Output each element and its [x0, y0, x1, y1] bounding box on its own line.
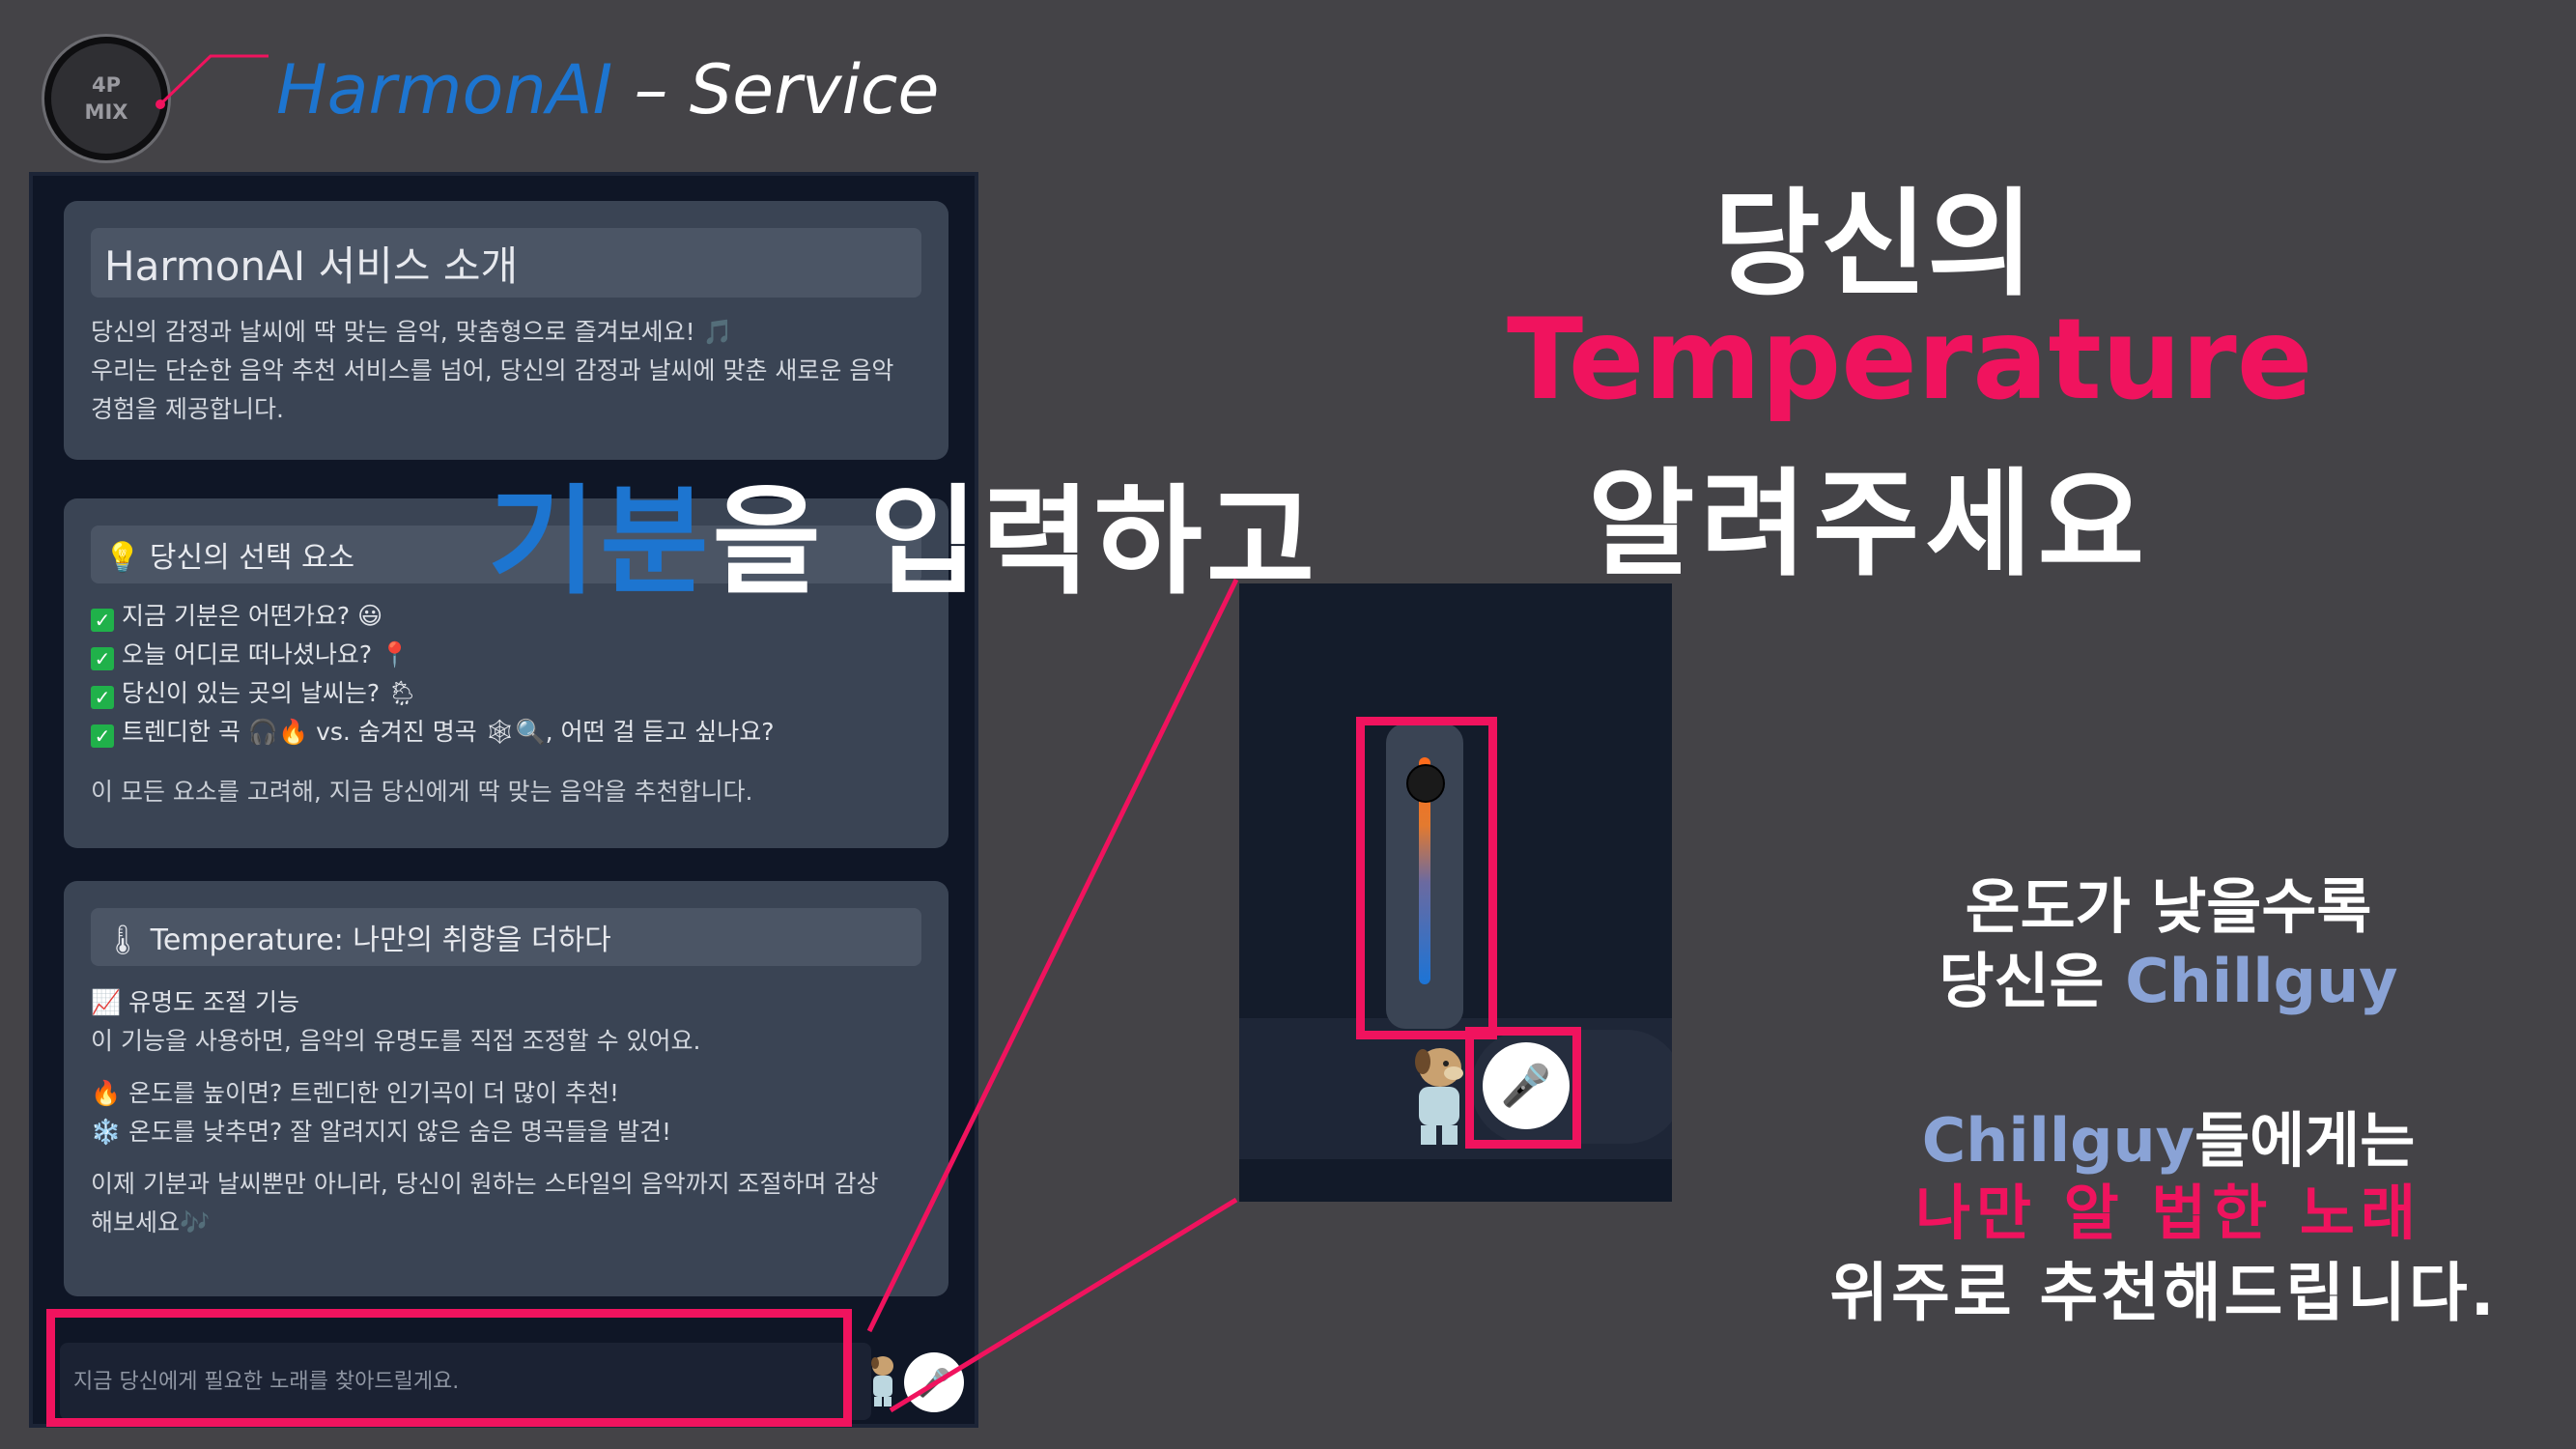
chill-caption-line2b: Chillguy: [2125, 946, 2398, 1016]
chillguy-mascot-icon: [871, 1356, 893, 1406]
chill-caption-line4: 나만 알 법한 노래: [1914, 1178, 2422, 1248]
choices-note: 이 모든 요소를 고려해, 지금 당신에게 딱 맞는 음악을 추천합니다.: [91, 778, 753, 806]
choice-text: 오늘 어디로 떠나셨나요? 📍: [122, 640, 410, 668]
zoom-input-bar-bottom: [1239, 1159, 1672, 1202]
choice-text: 당신이 있는 곳의 날씨는? 🌦: [122, 679, 418, 707]
temperature-end2: 해보세요🎶: [91, 1208, 211, 1236]
intro-card-body: 당신의 감정과 날씨에 딱 맞는 음악, 맞춤형으로 즐겨보세요! 🎵 우리는 …: [91, 313, 921, 429]
mood-caption-rest: 을 입력하고: [712, 473, 1319, 611]
mood-caption: 기분을 입력하고: [488, 446, 1318, 617]
temperature-high: 🔥 온도를 높이면? 트렌디한 인기곡이 더 많이 추천!: [91, 1079, 620, 1107]
temperature-low: ❄️ 온도를 낮추면? 잘 알려지지 않은 숨은 명곡들을 발견!: [91, 1118, 671, 1146]
input-highlight: [46, 1309, 852, 1427]
choices-list: ✓ 지금 기분은 어떤가요? 😃 ✓ 오늘 어디로 떠나셨나요? 📍 ✓ 당신이 있는…: [91, 597, 921, 752]
temperature-sub: 📈 유명도 조절 기능: [91, 988, 299, 1016]
mic-highlight: [1465, 1027, 1581, 1149]
check-icon: ✓: [91, 724, 114, 748]
chill-caption-line2: 당신은 Chillguy: [1893, 932, 2444, 1019]
microphone-button[interactable]: 🎤: [904, 1352, 964, 1412]
intro-line1: 당신의 감정과 날씨에 딱 맞는 음악, 맞춤형으로 즐겨보세요! 🎵: [91, 318, 733, 346]
check-icon: ✓: [91, 647, 114, 670]
check-icon: ✓: [91, 686, 114, 709]
slider-highlight: [1356, 717, 1497, 1039]
logo-line1: 4P: [91, 73, 121, 97]
temperature-card: 🌡 Temperature: 나만의 취향을 더하다 📈 유명도 조절 기능 이…: [64, 881, 948, 1296]
choice-text: 지금 기분은 어떤가요? 😃: [122, 602, 383, 630]
temperature-desc: 이 기능을 사용하면, 음악의 유명도를 직접 조정할 수 있어요.: [91, 1027, 701, 1055]
chill-caption-line5: 위주로 추천해드립니다.: [1829, 1256, 2498, 1330]
mood-caption-accent: 기분: [488, 473, 713, 611]
intro-line2: 우리는 단순한 음악 추천 서비스를 넘어, 당신의 감정과 날씨에 맞춘 새로…: [91, 356, 894, 384]
choice-text: 트렌디한 곡 🎧🔥 vs. 숨겨진 명곡 🕸🔍, 어떤 걸 듣고 싶나요?: [122, 718, 775, 746]
check-icon: ✓: [91, 609, 114, 632]
list-item: ✓ 트렌디한 곡 🎧🔥 vs. 숨겨진 명곡 🕸🔍, 어떤 걸 듣고 싶나요?: [91, 713, 921, 752]
list-item: ✓ 당신이 있는 곳의 날씨는? 🌦: [91, 674, 921, 713]
temperature-card-title: 🌡 Temperature: 나만의 취향을 더하다: [91, 908, 921, 966]
temperature-caption-line3: 알려주세요: [1588, 458, 2150, 592]
logo-line2: MIX: [84, 100, 128, 124]
intro-card-title: HarmonAI 서비스 소개: [91, 228, 921, 298]
microphone-icon: 🎤: [917, 1366, 951, 1399]
brand-title-part1: HarmonAI: [276, 50, 613, 129]
logo: 4P MIX: [44, 37, 168, 160]
brand-title-part2: – Service: [612, 50, 940, 129]
brand-title: HarmonAI – Service: [276, 50, 939, 129]
temperature-caption-line1: 당신의: [1713, 178, 2034, 312]
intro-line3: 경험을 제공합니다.: [91, 395, 284, 423]
chill-caption-line2a: 당신은: [1939, 946, 2126, 1016]
chillguy-mascot-icon: [1415, 1048, 1463, 1145]
temperature-caption-line2: Temperature: [1507, 295, 2313, 425]
app-panel: HarmonAI 서비스 소개 당신의 감정과 날씨에 딱 맞는 음악, 맞춤형…: [29, 172, 978, 1428]
intro-card: HarmonAI 서비스 소개 당신의 감정과 날씨에 딱 맞는 음악, 맞춤형…: [64, 201, 948, 460]
temperature-end1: 이제 기분과 날씨뿐만 아니라, 당신이 원하는 스타일의 음악까지 조절하며 …: [91, 1170, 879, 1198]
list-item: ✓ 오늘 어디로 떠나셨나요? 📍: [91, 636, 921, 674]
